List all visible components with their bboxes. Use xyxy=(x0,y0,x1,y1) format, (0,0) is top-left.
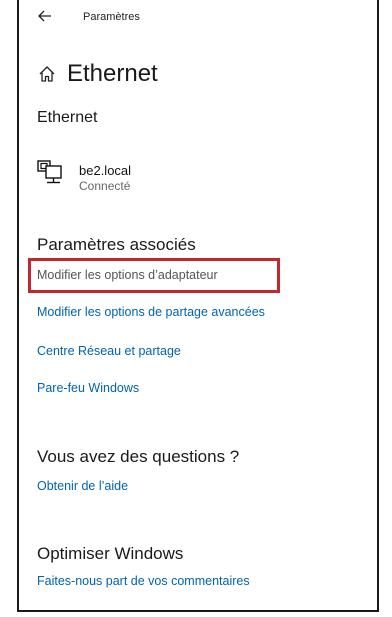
arrow-left-icon xyxy=(38,10,51,22)
settings-window: Paramètres Ethernet Ethernet be2.local C… xyxy=(17,0,379,612)
page-header: Ethernet xyxy=(37,60,158,88)
related-settings-title: Paramètres associés xyxy=(37,235,196,254)
questions-title: Vous avez des questions ? xyxy=(37,447,240,466)
page-title: Ethernet xyxy=(67,60,158,87)
network-status: Connecté xyxy=(79,179,131,193)
network-computer-icon xyxy=(37,160,62,184)
ethernet-section-title: Ethernet xyxy=(37,109,98,126)
title-bar: Paramètres xyxy=(19,0,377,36)
link-get-help[interactable]: Obtenir de l’aide xyxy=(37,479,128,493)
link-windows-firewall[interactable]: Pare-feu Windows xyxy=(37,381,139,395)
link-network-sharing-center[interactable]: Centre Réseau et partage xyxy=(37,344,181,358)
network-connection-item[interactable]: be2.local Connecté xyxy=(37,160,237,196)
home-icon xyxy=(39,66,55,82)
link-advanced-sharing[interactable]: Modifier les options de partage avancées xyxy=(37,305,265,319)
window-title: Paramètres xyxy=(83,11,140,23)
back-button[interactable] xyxy=(35,6,55,26)
link-feedback[interactable]: Faites-nous part de vos commentaires xyxy=(37,574,250,588)
optimize-title: Optimiser Windows xyxy=(37,544,184,563)
network-name: be2.local xyxy=(79,163,132,178)
link-adapter-options[interactable]: Modifier les options d’adaptateur xyxy=(37,268,218,282)
